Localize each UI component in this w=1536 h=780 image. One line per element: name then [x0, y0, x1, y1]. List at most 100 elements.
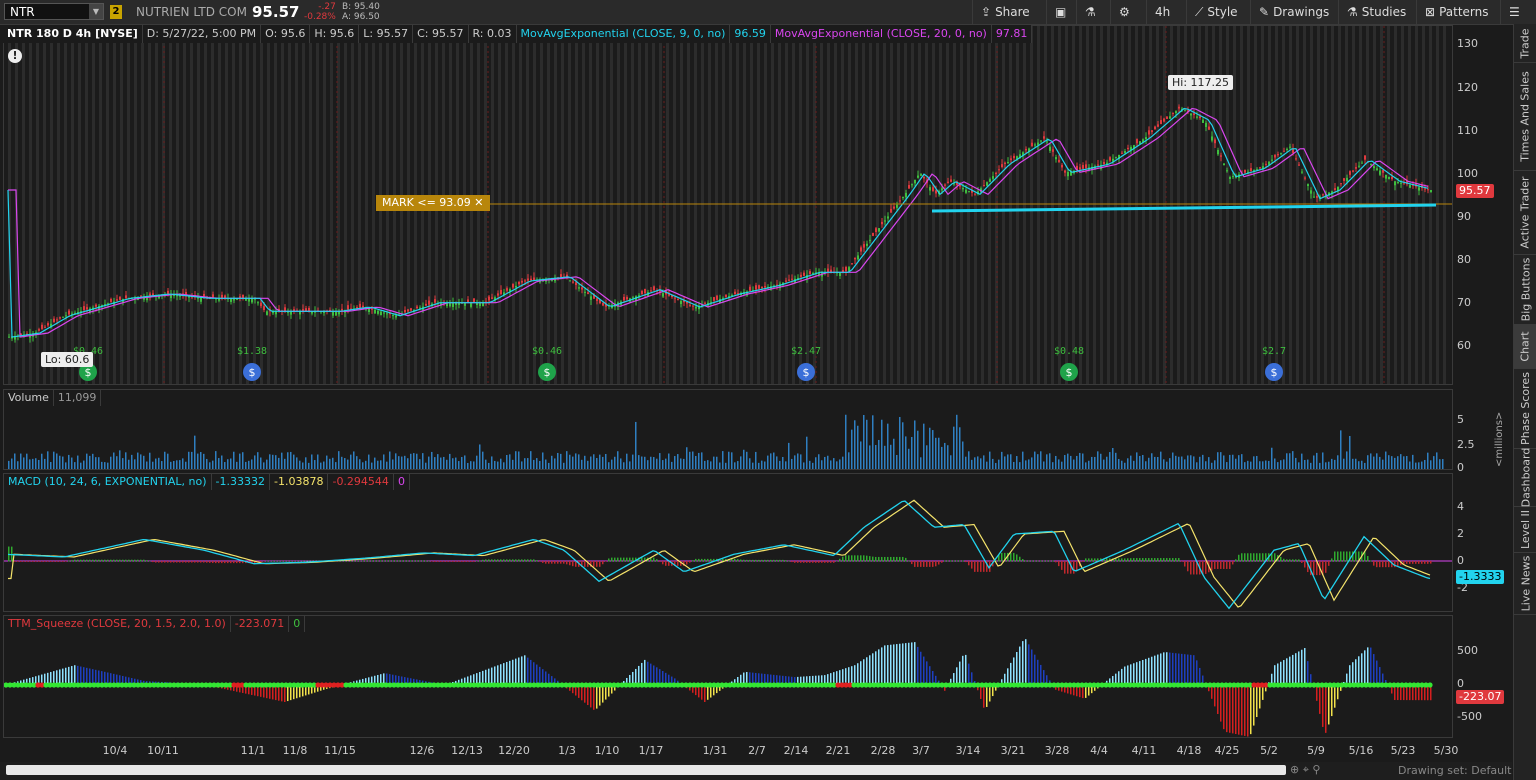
date-tick: 10/4	[102, 744, 128, 757]
zoom-icon[interactable]: ⊕ ⌖ ⚲	[1290, 763, 1320, 777]
date-tick: 1/17	[638, 744, 664, 757]
ema20-label[interactable]: MovAvgExponential (CLOSE, 20, 0, no)	[770, 25, 992, 43]
tab-level-ii[interactable]: Level II	[1514, 506, 1536, 553]
price-axis[interactable]: 130 120 110 100 90 80 70 60	[1453, 25, 1511, 385]
last-price: 95.57	[252, 3, 300, 21]
date-tick: 5/9	[1307, 744, 1325, 757]
ttm-chart	[4, 639, 1433, 737]
last-price-tag: 95.57	[1456, 184, 1494, 198]
menu-button[interactable]: ☰	[1500, 0, 1536, 24]
price-legend: NTR 180 D 4h [NYSE] D: 5/27/22, 5:00 PM …	[3, 25, 1033, 43]
date-tick: 4/25	[1214, 744, 1240, 757]
style-button[interactable]: ⟋ Style	[1186, 0, 1250, 24]
close-icon[interactable]: ✕	[474, 196, 483, 209]
date-tick: 12/6	[409, 744, 435, 757]
snapshot-button[interactable]: ▣	[1046, 0, 1076, 24]
link-group-badge[interactable]: 2	[110, 5, 122, 19]
ttm-label[interactable]: TTM_Squeeze (CLOSE, 20, 1.5, 2.0, 1.0)	[4, 616, 231, 632]
ttm-axis[interactable]: 500 0 -500	[1453, 615, 1511, 738]
warning-icon[interactable]: !	[8, 49, 22, 63]
ema9-label[interactable]: MovAvgExponential (CLOSE, 9, 0, no)	[516, 25, 731, 43]
mark-price-tag[interactable]: MARK <= 93.09 ✕	[376, 195, 490, 211]
macd-zero: 0	[393, 474, 410, 490]
symbol-text: NTR	[10, 5, 35, 19]
price-pane[interactable]: $0.46$$1.38$$0.46$$2.47$$0.48$$2.7$	[3, 25, 1453, 385]
time-axis[interactable]: 10/4 10/11 11/1 11/8 11/15 12/6 12/13 12/20 1/3 1…	[3, 738, 1459, 758]
price-tick: 60	[1457, 339, 1471, 352]
ttm-tick: 500	[1457, 644, 1478, 657]
volume-label[interactable]: Volume	[4, 390, 54, 406]
tab-chart[interactable]: Chart	[1514, 324, 1536, 369]
studies-icon: ⚗	[1347, 5, 1358, 19]
svg-text:$0.46: $0.46	[532, 346, 562, 357]
date-tick: 11/1	[240, 744, 266, 757]
share-icon: ⇪	[981, 5, 992, 19]
svg-text:$: $	[85, 366, 92, 379]
macd-pane[interactable]: MACD (10, 24, 6, EXPONENTIAL, no) -1.333…	[3, 473, 1453, 612]
date-tick: 1/31	[702, 744, 728, 757]
date-tick: 5/16	[1348, 744, 1374, 757]
tab-dashboard[interactable]: Dashboard	[1514, 447, 1536, 507]
macd-tick: 4	[1457, 500, 1464, 513]
ttm-tag: -223.07	[1456, 690, 1505, 704]
share-button[interactable]: ⇪ Share	[972, 0, 1046, 24]
tab-trade[interactable]: Trade	[1514, 24, 1536, 63]
tab-live-news[interactable]: Live News	[1514, 552, 1536, 615]
volume-tick: 5	[1457, 413, 1464, 426]
macd-label[interactable]: MACD (10, 24, 6, EXPONENTIAL, no)	[4, 474, 212, 490]
price-tick: 130	[1457, 37, 1478, 50]
symbol-input[interactable]: NTR ▼	[4, 3, 104, 20]
tab-active-trader[interactable]: Active Trader	[1514, 170, 1536, 255]
symbol-dropdown-icon[interactable]: ▼	[89, 4, 103, 19]
ttm-pane[interactable]: TTM_Squeeze (CLOSE, 20, 1.5, 2.0, 1.0) -…	[3, 615, 1453, 738]
volume-unit: <millions>	[1494, 411, 1505, 467]
date-tick: 2/14	[783, 744, 809, 757]
menu-icon: ☰	[1509, 5, 1520, 19]
ttm-squeeze-value: 0	[289, 616, 306, 632]
tab-phase-scores[interactable]: Phase Scores	[1514, 368, 1536, 449]
date-tick: 4/11	[1131, 744, 1157, 757]
date-tick: 11/15	[324, 744, 356, 757]
time-scrollbar[interactable]	[6, 765, 1286, 775]
date-tick: 1/3	[558, 744, 576, 757]
svg-text:$0.48: $0.48	[1054, 346, 1084, 357]
event-icon[interactable]: $0.46 $	[532, 346, 562, 381]
date-tick: 4/4	[1090, 744, 1108, 757]
company-name: NUTRIEN LTD COM	[136, 5, 247, 19]
patterns-button[interactable]: ⊠ Patterns	[1416, 0, 1500, 24]
ttm-tick: 0	[1457, 677, 1464, 690]
chart-title: NTR 180 D 4h [NYSE]	[3, 25, 143, 43]
price-tick: 110	[1457, 124, 1478, 137]
date-tick: 11/8	[282, 744, 308, 757]
date-tick: 2/28	[870, 744, 896, 757]
svg-text:$: $	[1271, 366, 1278, 379]
bid-ask: B: 95.40 A: 96.50	[342, 2, 380, 22]
svg-text:$2.47: $2.47	[791, 346, 821, 357]
date-tick: 12/13	[451, 744, 483, 757]
volume-legend: Volume 11,099	[4, 390, 102, 406]
volume-pane[interactable]: Volume 11,099	[3, 389, 1453, 470]
studies-button[interactable]: ⚗ Studies	[1338, 0, 1416, 24]
drawings-button[interactable]: ✎ Drawings	[1250, 0, 1338, 24]
tab-times-and-sales[interactable]: Times And Sales	[1514, 62, 1536, 171]
svg-text:$: $	[544, 366, 551, 379]
macd-tick: 0	[1457, 554, 1464, 567]
drawing-set-label[interactable]: Drawing set: Default	[1398, 764, 1511, 777]
svg-text:$: $	[1066, 366, 1073, 379]
macd-avg: -1.03878	[270, 474, 329, 490]
timeframe-button[interactable]: 4h	[1146, 0, 1186, 24]
settings-button[interactable]: ⚙	[1110, 0, 1146, 24]
macd-axis[interactable]: 4 2 0 -2	[1453, 473, 1511, 612]
price-tick: 120	[1457, 81, 1478, 94]
lab-button[interactable]: ⚗	[1076, 0, 1110, 24]
bid-value: B: 95.40	[342, 2, 380, 12]
high-callout: Hi: 117.25	[1168, 75, 1234, 90]
tab-big-buttons[interactable]: Big Buttons	[1514, 254, 1536, 325]
event-icon[interactable]: $2.47 $	[791, 346, 821, 381]
date-tick: 3/14	[955, 744, 981, 757]
macd-chart	[4, 499, 1452, 610]
ttm-tick: -500	[1457, 710, 1482, 723]
top-toolbar: NTR ▼ 2 NUTRIEN LTD COM 95.57 -.27 -0.28…	[0, 0, 1536, 25]
net-change: -.27 -0.28%	[304, 2, 336, 22]
date-tick: 3/21	[1000, 744, 1026, 757]
